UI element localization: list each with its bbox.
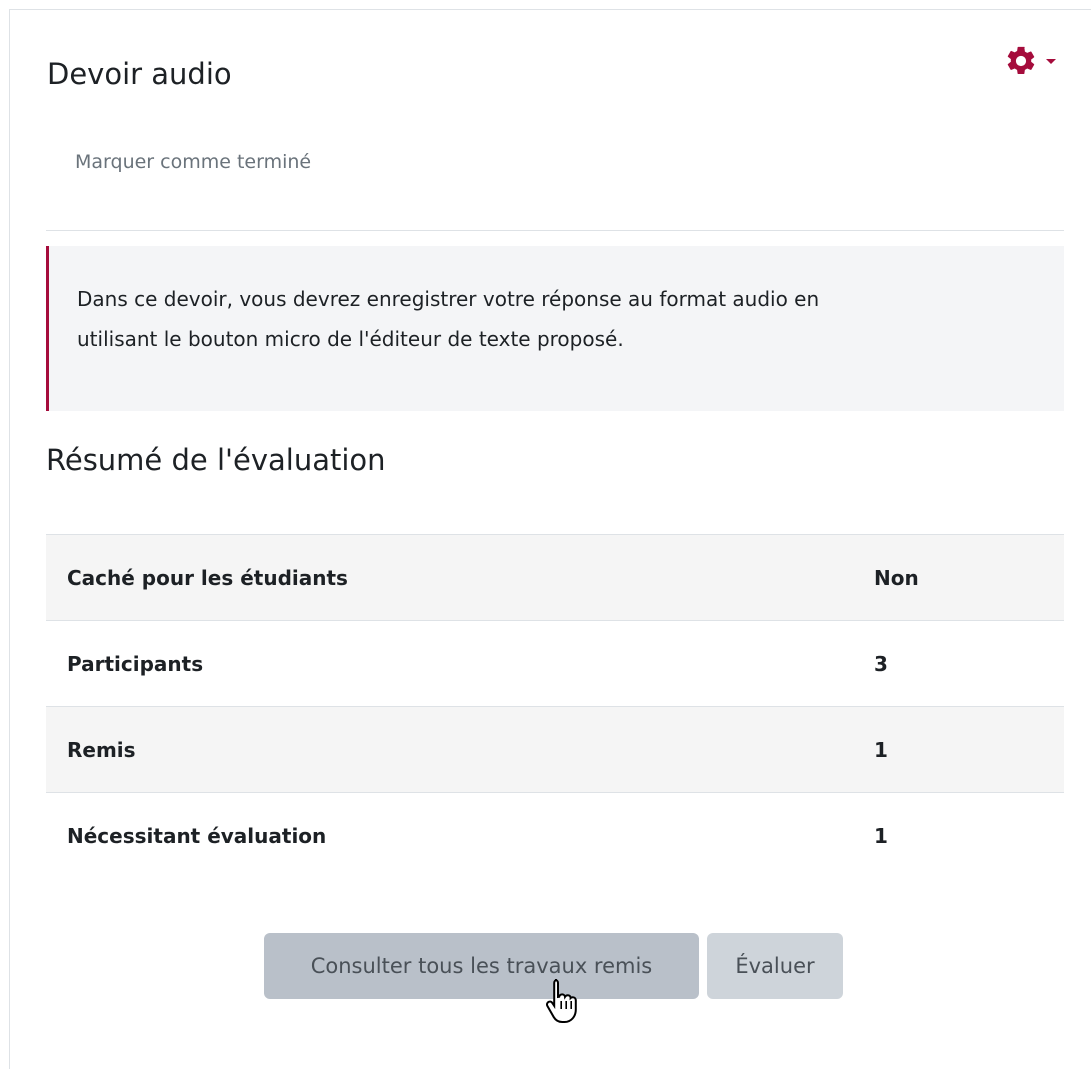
view-all-submissions-button[interactable]: Consulter tous les travaux remis	[264, 933, 699, 999]
page-title: Devoir audio	[47, 57, 232, 91]
description-line-1: Dans ce devoir, vous devrez enregistrer …	[77, 287, 820, 311]
description-line-2: utilisant le bouton micro de l'éditeur d…	[77, 327, 624, 351]
mark-complete-button[interactable]: Marquer comme terminé	[75, 148, 311, 176]
activity-description: Dans ce devoir, vous devrez enregistrer …	[46, 246, 1064, 411]
table-row: Caché pour les étudiants Non	[46, 534, 1064, 621]
row-value: 3	[874, 651, 888, 676]
row-label: Remis	[67, 737, 136, 762]
row-value: Non	[874, 565, 919, 590]
description-text: Dans ce devoir, vous devrez enregistrer …	[77, 279, 1037, 359]
row-label: Participants	[67, 651, 204, 676]
table-row: Participants 3	[46, 620, 1064, 707]
row-value: 1	[874, 737, 888, 762]
table-row: Remis 1	[46, 706, 1064, 793]
row-label: Caché pour les étudiants	[67, 565, 348, 590]
table-row: Nécessitant évaluation 1	[46, 792, 1064, 879]
grade-button[interactable]: Évaluer	[707, 933, 843, 999]
grading-summary-title: Résumé de l'évaluation	[46, 443, 386, 477]
settings-menu-button[interactable]	[1004, 42, 1074, 80]
chevron-down-icon	[1046, 58, 1056, 64]
grading-summary-table: Caché pour les étudiants Non Participant…	[46, 534, 1064, 879]
row-label: Nécessitant évaluation	[67, 823, 327, 848]
row-value: 1	[874, 823, 888, 848]
divider	[46, 230, 1064, 231]
gear-icon	[1004, 44, 1038, 78]
